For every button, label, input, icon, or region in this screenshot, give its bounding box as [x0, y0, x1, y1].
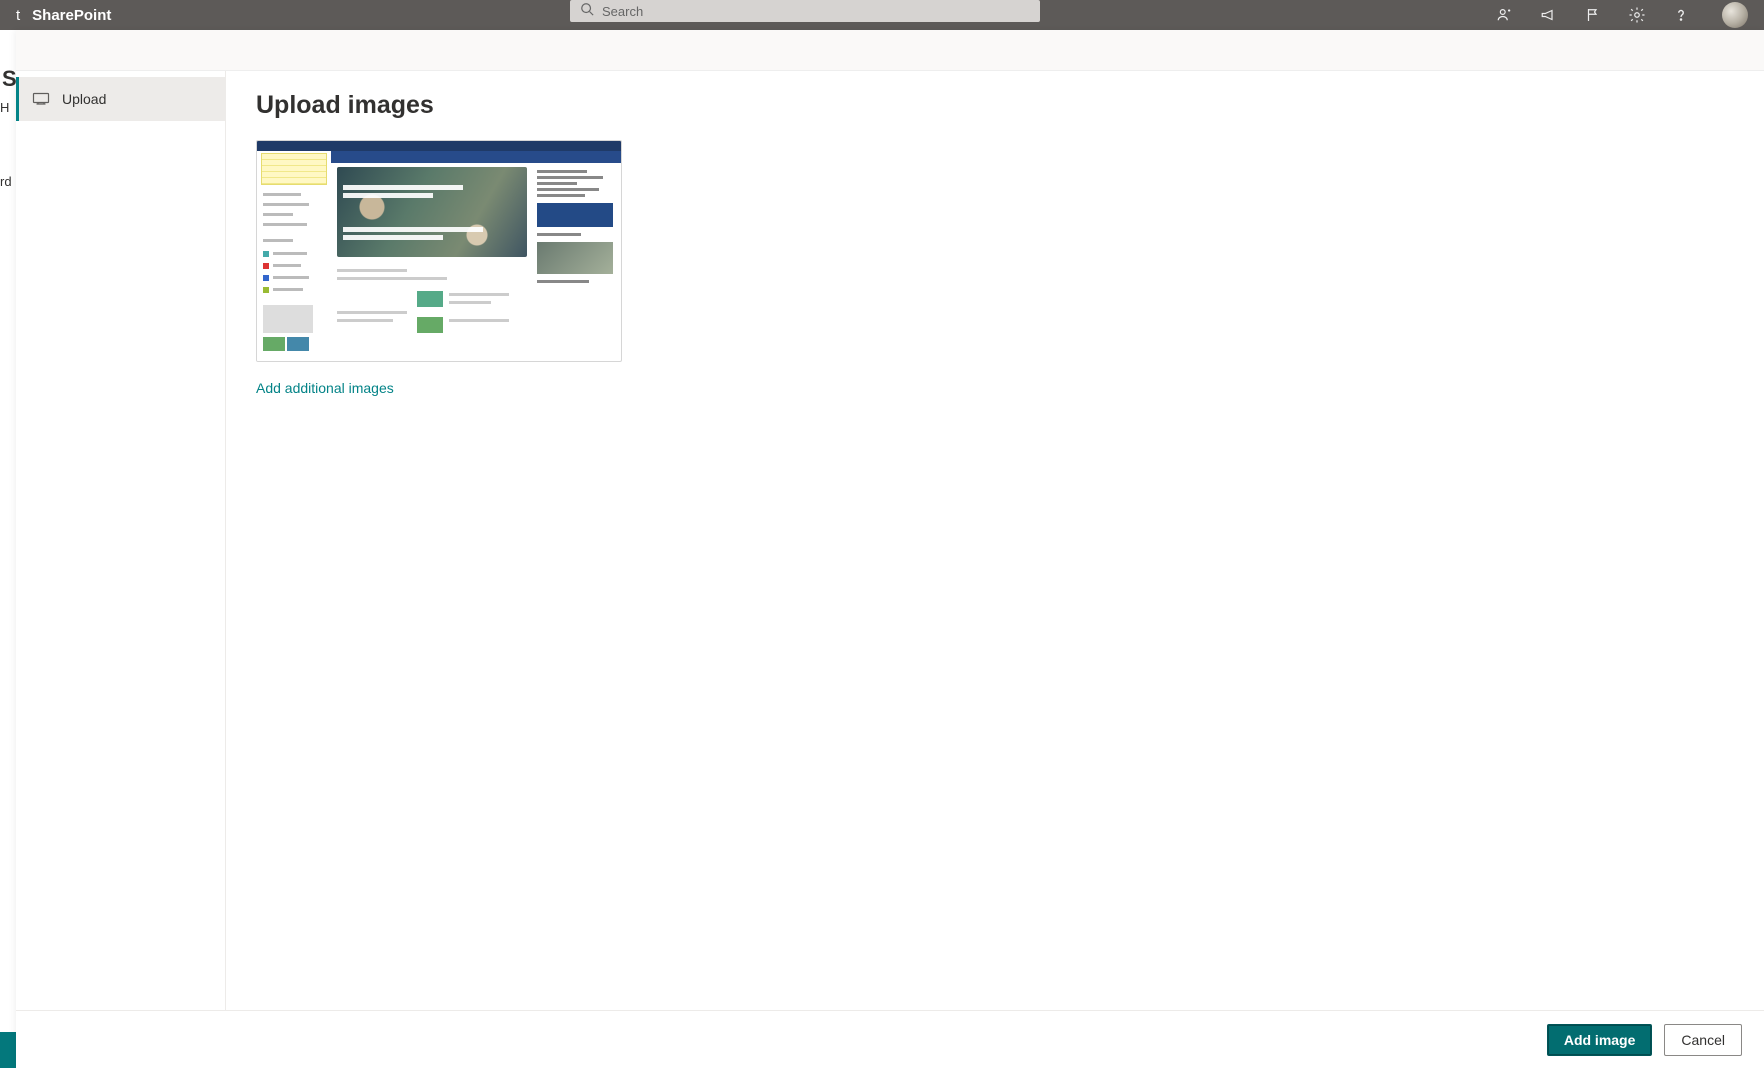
bg-line1-fragment: H — [0, 100, 9, 115]
product-name[interactable]: SharePoint — [32, 7, 111, 24]
bg-title-fragment: S — [2, 66, 17, 92]
bg-teal-accent — [0, 1032, 16, 1068]
brand-prefix: t — [16, 7, 20, 24]
background-page-fragment: S H rd — [0, 30, 16, 1068]
gear-icon[interactable] — [1628, 6, 1646, 24]
modal-footer: Add image Cancel — [16, 1010, 1764, 1068]
brand-area: t SharePoint — [16, 7, 111, 24]
people-icon[interactable] — [1496, 6, 1514, 24]
bg-line2-fragment: rd — [0, 174, 12, 189]
picker-main: Upload images Ad — [226, 71, 1764, 1010]
help-icon[interactable] — [1672, 6, 1690, 24]
flag-icon[interactable] — [1584, 6, 1602, 24]
megaphone-icon[interactable] — [1540, 6, 1558, 24]
search-icon — [580, 2, 594, 21]
add-image-button[interactable]: Add image — [1547, 1024, 1653, 1056]
modal-body: Upload Upload images — [16, 71, 1764, 1010]
modal-top-bar — [16, 30, 1764, 71]
avatar[interactable] — [1722, 2, 1748, 28]
file-picker-modal: Upload Upload images — [16, 30, 1764, 1068]
uploaded-image-thumbnail[interactable] — [256, 140, 622, 362]
search-input[interactable] — [602, 4, 1030, 19]
suite-header: t SharePoint — [0, 0, 1764, 30]
cancel-button[interactable]: Cancel — [1664, 1024, 1742, 1056]
upload-icon — [32, 91, 50, 108]
header-actions — [1496, 2, 1748, 28]
add-additional-images-link[interactable]: Add additional images — [256, 380, 394, 396]
picker-nav: Upload — [16, 71, 226, 1010]
search-box[interactable] — [570, 0, 1040, 22]
picker-title: Upload images — [256, 91, 1734, 120]
nav-item-label: Upload — [62, 91, 106, 107]
nav-item-upload[interactable]: Upload — [16, 77, 225, 121]
